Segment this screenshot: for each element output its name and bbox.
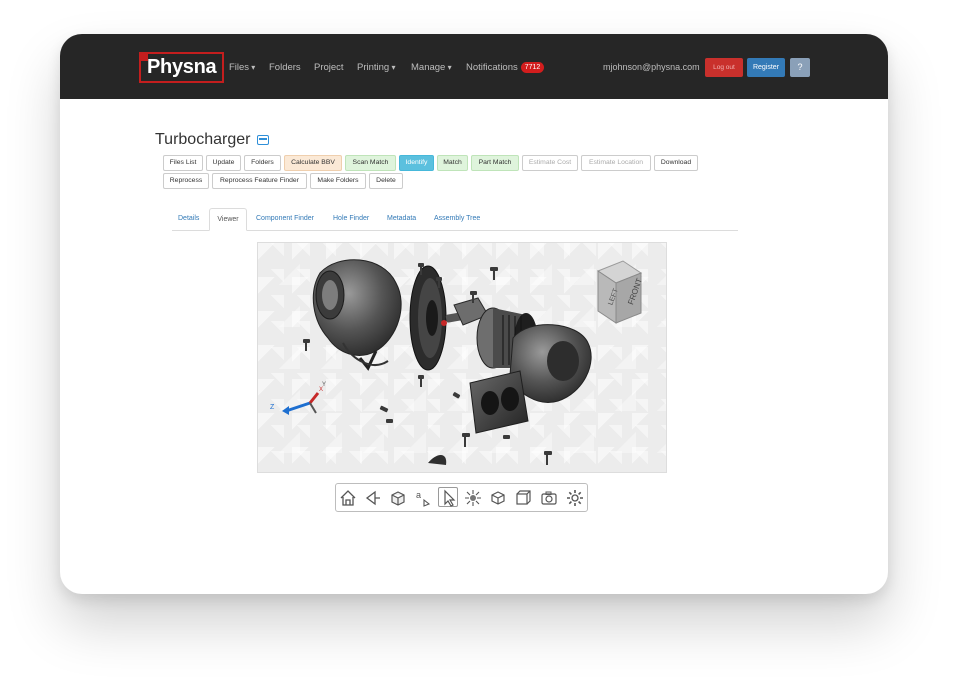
register-button[interactable]: Register bbox=[747, 58, 785, 77]
update-button[interactable]: Update bbox=[206, 155, 241, 171]
3d-viewer-canvas[interactable]: LEFT FRONT Z X Y bbox=[257, 242, 667, 473]
nav-manage[interactable]: Manage bbox=[411, 62, 452, 73]
nav-printing[interactable]: Printing bbox=[357, 62, 395, 73]
axis-triad: Z X Y bbox=[270, 382, 326, 415]
rewind-icon[interactable] bbox=[363, 488, 383, 508]
tab-assembly-tree[interactable]: Assembly Tree bbox=[434, 215, 480, 222]
home-icon[interactable] bbox=[338, 488, 358, 508]
make-folders-button[interactable]: Make Folders bbox=[310, 173, 366, 189]
files-list-button[interactable]: Files List bbox=[163, 155, 203, 171]
notifications-badge: 7712 bbox=[520, 62, 545, 73]
cube-view-icon[interactable] bbox=[388, 488, 408, 508]
notifications-label: Notifications bbox=[466, 62, 518, 74]
tab-component-finder[interactable]: Component Finder bbox=[256, 215, 314, 222]
annotation-icon[interactable]: a bbox=[413, 488, 433, 508]
app-window: Physna Files Folders Project Printing Ma… bbox=[60, 34, 888, 594]
file-type-icon[interactable] bbox=[257, 134, 270, 145]
estimate-location-button[interactable]: Estimate Location bbox=[581, 155, 651, 171]
tab-details[interactable]: Details bbox=[178, 215, 199, 222]
top-navbar: Physna Files Folders Project Printing Ma… bbox=[60, 34, 888, 99]
help-button[interactable]: ? bbox=[790, 58, 810, 77]
viewer-toolbar: a bbox=[335, 483, 588, 512]
camera-icon[interactable] bbox=[539, 488, 559, 508]
tab-metadata[interactable]: Metadata bbox=[387, 215, 416, 222]
tab-hole-finder[interactable]: Hole Finder bbox=[333, 215, 369, 222]
axis-y-label: Y bbox=[322, 382, 326, 388]
nav-project[interactable]: Project bbox=[314, 62, 344, 73]
compressor-housing bbox=[312, 259, 402, 371]
nav-folders[interactable]: Folders bbox=[269, 62, 301, 73]
estimate-cost-button[interactable]: Estimate Cost bbox=[522, 155, 578, 171]
reprocess-button[interactable]: Reprocess bbox=[163, 173, 209, 189]
select-cursor-icon[interactable] bbox=[438, 487, 458, 507]
nav-files[interactable]: Files bbox=[229, 62, 255, 73]
scan-match-button[interactable]: Scan Match bbox=[345, 155, 396, 171]
user-email[interactable]: mjohnson@physna.com bbox=[603, 62, 700, 72]
physna-logo[interactable]: Physna bbox=[139, 52, 225, 83]
assembly-icon[interactable] bbox=[488, 488, 508, 508]
view-cube[interactable]: LEFT FRONT bbox=[596, 260, 644, 324]
tabs-divider bbox=[172, 230, 738, 231]
tab-viewer[interactable]: Viewer bbox=[209, 208, 247, 231]
turbocharger-model: LEFT FRONT Z X Y bbox=[270, 259, 644, 465]
download-button[interactable]: Download bbox=[654, 155, 698, 171]
part-match-button[interactable]: Part Match bbox=[471, 155, 519, 171]
logout-button[interactable]: Log out bbox=[705, 58, 743, 77]
backplate-disc bbox=[409, 265, 447, 371]
explode-icon[interactable] bbox=[463, 488, 483, 508]
nav-notifications[interactable]: Notifications 7712 bbox=[466, 62, 545, 74]
reprocess-feature-finder-button[interactable]: Reprocess Feature Finder bbox=[212, 173, 307, 189]
axis-z-label: Z bbox=[270, 404, 275, 411]
section-box-icon[interactable] bbox=[513, 488, 533, 508]
settings-gear-icon[interactable] bbox=[565, 488, 585, 508]
identify-button[interactable]: Identify bbox=[399, 155, 434, 171]
help-icon: ? bbox=[797, 62, 803, 72]
match-button[interactable]: Match bbox=[437, 155, 468, 171]
delete-button[interactable]: Delete bbox=[369, 173, 403, 189]
svg-text:a: a bbox=[416, 490, 421, 500]
calculate-bbv-button[interactable]: Calculate BBV bbox=[284, 155, 342, 171]
page-title: Turbocharger bbox=[155, 131, 270, 149]
page-title-text: Turbocharger bbox=[155, 131, 251, 148]
folders-button[interactable]: Folders bbox=[244, 155, 281, 171]
